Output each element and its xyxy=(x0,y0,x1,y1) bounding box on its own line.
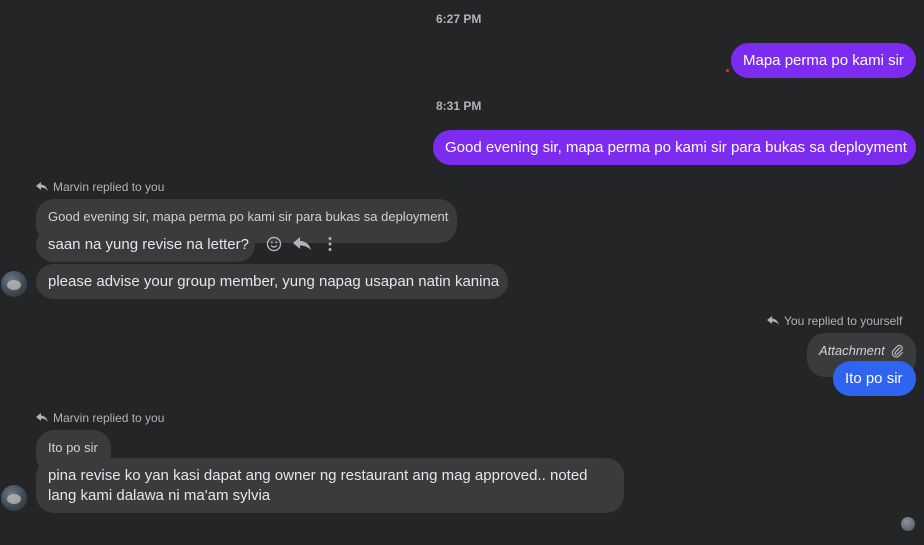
reply-arrow-icon[interactable] xyxy=(293,237,311,251)
message-bubble-outgoing[interactable]: Ito po sir xyxy=(833,361,916,396)
avatar[interactable] xyxy=(1,485,27,511)
seen-avatar-icon xyxy=(901,517,915,531)
reply-indicator-text: Marvin replied to you xyxy=(53,180,165,194)
avatar[interactable] xyxy=(1,271,27,297)
message-line: lang kami dalawa ni ma'am sylvia xyxy=(48,487,271,504)
reply-arrow-icon xyxy=(767,316,779,325)
message-bubble-outgoing[interactable]: Good evening sir, mapa perma po kami sir… xyxy=(433,130,916,165)
timestamp: 6:27 PM xyxy=(436,12,482,26)
reply-arrow-icon xyxy=(36,182,48,191)
message-bubble-incoming[interactable]: please advise your group member, yung na… xyxy=(36,264,508,299)
message-bubble-outgoing[interactable]: Mapa perma po kami sir xyxy=(731,43,916,78)
more-vertical-icon[interactable] xyxy=(327,236,333,252)
reply-arrow-icon xyxy=(36,413,48,422)
reply-indicator-text: You replied to yourself xyxy=(784,314,903,328)
timestamp: 8:31 PM xyxy=(436,99,482,113)
message-bubble-incoming[interactable]: saan na yung revise na letter? xyxy=(36,227,255,262)
reply-indicator-text: Marvin replied to you xyxy=(53,411,165,425)
message-line: pina revise ko yan kasi dapat ang owner … xyxy=(48,467,588,484)
smiley-icon[interactable] xyxy=(266,236,282,252)
paperclip-icon xyxy=(891,344,903,358)
reply-indicator: Marvin replied to you xyxy=(36,411,164,425)
message-bubble-incoming[interactable]: pina revise ko yan kasi dapat ang owner … xyxy=(36,458,624,513)
unread-dot xyxy=(726,69,729,72)
reply-indicator: You replied to yourself xyxy=(767,314,902,328)
reply-indicator: Marvin replied to you xyxy=(36,180,164,194)
